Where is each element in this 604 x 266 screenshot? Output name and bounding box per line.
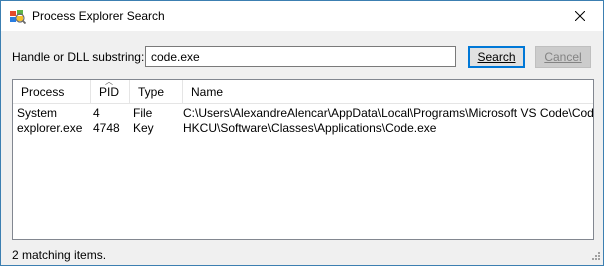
search-dialog: Process Explorer Search Handle or DLL su…	[0, 0, 604, 266]
column-header-label: Type	[138, 85, 165, 99]
process-explorer-icon	[9, 8, 27, 25]
column-header-label: Process	[21, 85, 65, 99]
table-row[interactable]: explorer.exe 4748 Key HKCU\Software\Clas…	[13, 120, 593, 136]
name-cell: C:\Users\AlexandreAlencar\AppData\Local\…	[183, 106, 594, 120]
column-header-process[interactable]: Process	[13, 80, 91, 104]
close-button[interactable]	[557, 1, 603, 31]
column-header-label: Name	[191, 85, 224, 99]
column-header-pid[interactable]: ︿ PID	[91, 80, 130, 104]
search-input[interactable]	[145, 46, 456, 67]
name-cell: HKCU\Software\Classes\Applications\Code.…	[183, 121, 437, 135]
process-cell: System	[17, 106, 58, 120]
status-bar: 2 matching items.	[1, 245, 603, 265]
column-header-label: PID	[99, 85, 120, 99]
column-header-type[interactable]: Type	[130, 80, 183, 104]
search-button[interactable]: Search	[468, 46, 525, 68]
type-cell: File	[133, 106, 153, 120]
table-row[interactable]: System 4 File C:\Users\AlexandreAlencar\…	[13, 105, 593, 121]
results-list[interactable]: Process ︿ PID Type Name System 4 File C:…	[12, 79, 594, 240]
cancel-button[interactable]: Cancel	[535, 46, 591, 68]
window-title: Process Explorer Search	[32, 9, 165, 23]
pid-cell: 4	[93, 106, 100, 120]
pid-cell: 4748	[93, 121, 120, 135]
process-cell: explorer.exe	[17, 121, 83, 135]
sort-ascending-icon: ︿	[105, 79, 113, 86]
close-icon	[575, 11, 585, 21]
search-label: Handle or DLL substring:	[12, 50, 145, 64]
resize-grip-icon[interactable]	[589, 251, 601, 263]
cancel-button-label: Cancel	[544, 50, 582, 64]
search-button-label: Search	[477, 50, 516, 64]
type-cell: Key	[133, 121, 154, 135]
column-header-name[interactable]: Name	[183, 80, 593, 104]
status-text: 2 matching items.	[12, 248, 107, 262]
results-header: Process ︿ PID Type Name	[13, 80, 593, 104]
title-bar[interactable]: Process Explorer Search	[1, 1, 603, 31]
